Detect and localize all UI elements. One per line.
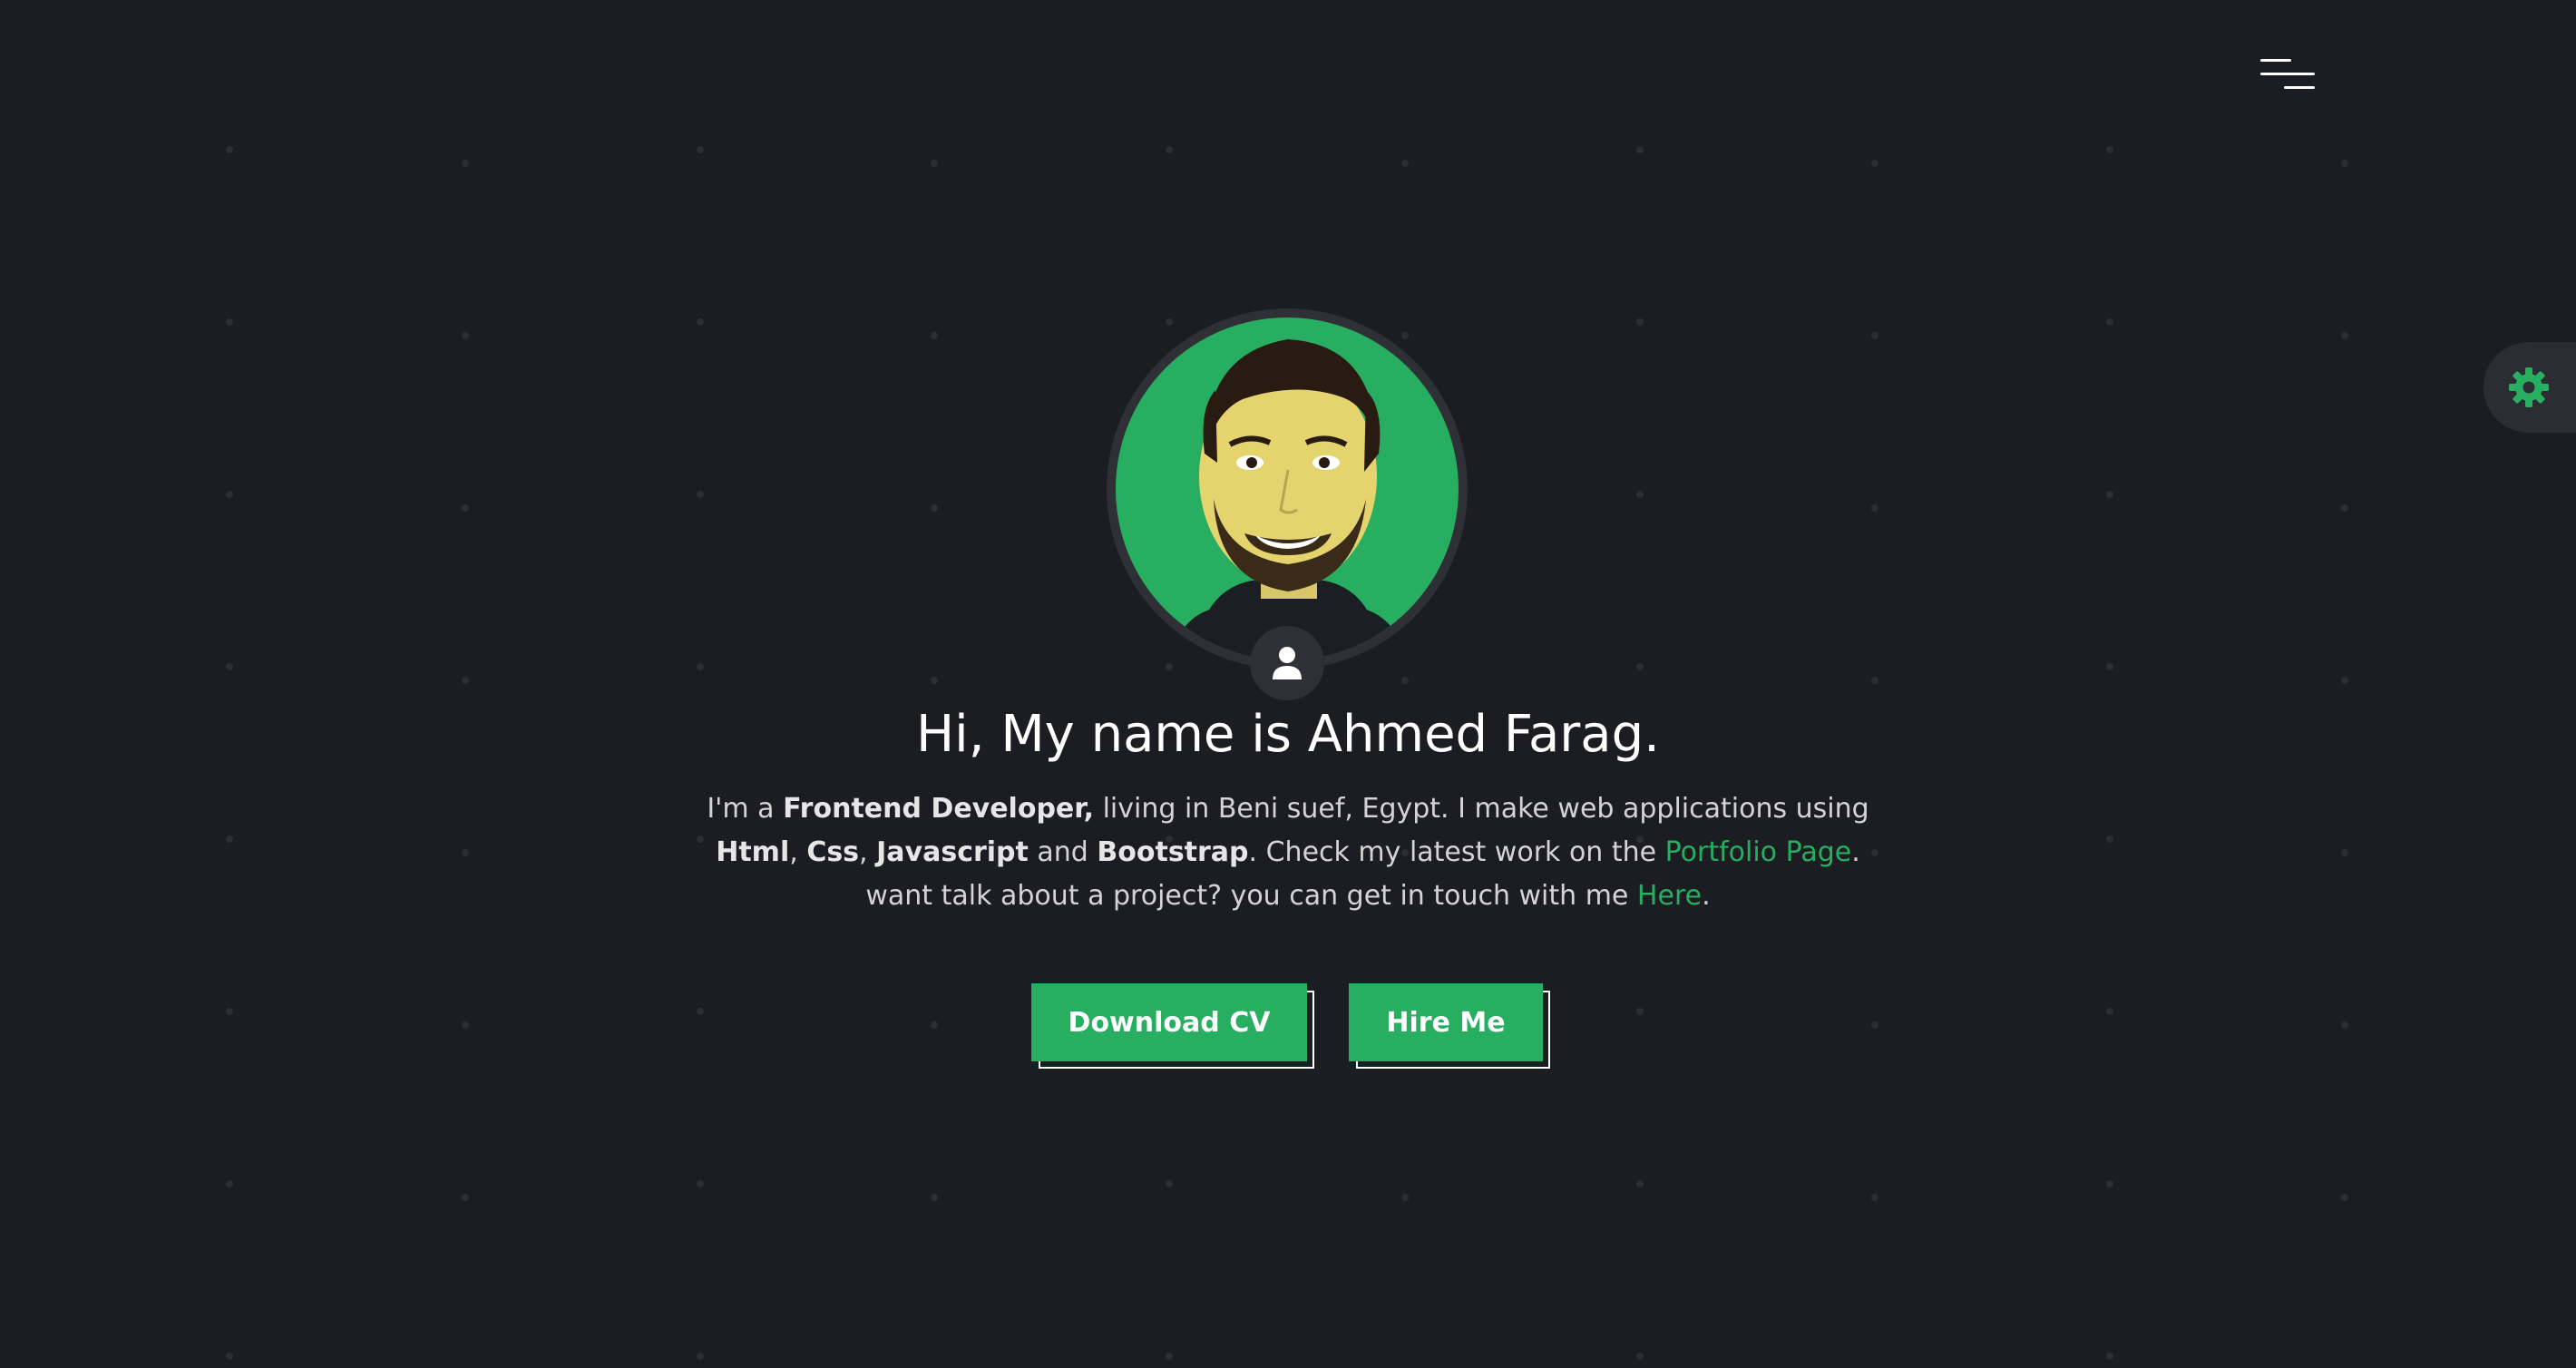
background-dot bbox=[226, 663, 233, 670]
background-dot bbox=[226, 1008, 233, 1015]
download-cv-button[interactable]: Download CV bbox=[1031, 983, 1307, 1061]
background-dot bbox=[1166, 318, 1173, 326]
background-dot bbox=[226, 1353, 233, 1360]
background-dot bbox=[1871, 1021, 1878, 1029]
background-dot bbox=[931, 1194, 938, 1201]
bio-text: . Check my latest work on the bbox=[1248, 836, 1665, 868]
hire-me-button[interactable]: Hire Me bbox=[1349, 983, 1543, 1061]
background-dot bbox=[1166, 1353, 1173, 1360]
hero-bio: I'm a Frontend Developer, living in Beni… bbox=[698, 787, 1878, 918]
bio-skill: Html bbox=[716, 836, 790, 868]
background-dot bbox=[931, 504, 938, 512]
background-dot bbox=[2106, 1008, 2113, 1015]
bio-role: Frontend Developer, bbox=[783, 793, 1095, 825]
hero-title: Hi, My name is Ahmed Farag. bbox=[916, 705, 1660, 764]
background-dot bbox=[1166, 146, 1173, 153]
background-dot bbox=[2341, 332, 2348, 339]
profile-photo-frame bbox=[1107, 308, 1468, 669]
background-dot bbox=[1636, 1353, 1644, 1360]
bio-separator: , bbox=[789, 836, 807, 868]
settings-button[interactable] bbox=[2483, 342, 2576, 433]
background-dot bbox=[1401, 677, 1409, 684]
background-dot bbox=[2341, 160, 2348, 167]
background-dot bbox=[697, 146, 704, 153]
background-dot bbox=[697, 491, 704, 498]
user-badge bbox=[1250, 626, 1324, 700]
background-dot bbox=[697, 1180, 704, 1187]
background-dot bbox=[1636, 1180, 1644, 1187]
background-dot bbox=[931, 677, 938, 684]
background-dot bbox=[2341, 504, 2348, 512]
background-dot bbox=[1166, 1180, 1173, 1187]
bio-skill: Javascript bbox=[876, 836, 1029, 868]
background-dot bbox=[1636, 663, 1644, 670]
hire-me-wrapper: Hire Me bbox=[1349, 983, 1550, 1069]
background-dot bbox=[2341, 849, 2348, 856]
bio-skill: Css bbox=[806, 836, 860, 868]
background-dot bbox=[2106, 663, 2113, 670]
background-dot bbox=[2106, 835, 2113, 843]
background-dot bbox=[1871, 1194, 1878, 1201]
background-dot bbox=[226, 491, 233, 498]
background-dot bbox=[1401, 332, 1409, 339]
bio-text: and bbox=[1028, 836, 1098, 868]
background-dot bbox=[697, 663, 704, 670]
background-dot bbox=[462, 160, 469, 167]
background-dot bbox=[2341, 677, 2348, 684]
background-dot bbox=[1401, 160, 1409, 167]
background-dot bbox=[2341, 1194, 2348, 1201]
menu-toggle-button[interactable] bbox=[2259, 53, 2322, 100]
background-dot bbox=[226, 318, 233, 326]
background-dot bbox=[697, 318, 704, 326]
bio-text: . bbox=[1702, 880, 1711, 912]
background-dot bbox=[462, 1194, 469, 1201]
background-dot bbox=[931, 1021, 938, 1029]
bio-skill: Bootstrap bbox=[1097, 836, 1249, 868]
background-dot bbox=[462, 849, 469, 856]
background-dot bbox=[1636, 146, 1644, 153]
background-dot bbox=[2106, 491, 2113, 498]
background-dot bbox=[1871, 332, 1878, 339]
background-dot bbox=[697, 1008, 704, 1015]
bio-text: living in Beni suef, Egypt. I make web a… bbox=[1094, 793, 1869, 825]
background-dot bbox=[1871, 504, 1878, 512]
background-dot bbox=[2106, 146, 2113, 153]
background-dot bbox=[1166, 663, 1173, 670]
background-dot bbox=[1401, 1194, 1409, 1201]
background-dot bbox=[462, 504, 469, 512]
bio-text: I'm a bbox=[707, 793, 784, 825]
background-dot bbox=[1636, 318, 1644, 326]
background-dot bbox=[697, 1353, 704, 1360]
background-dot bbox=[1871, 677, 1878, 684]
user-icon bbox=[1273, 647, 1302, 679]
background-dot bbox=[2106, 318, 2113, 326]
background-dot bbox=[1636, 1008, 1644, 1015]
bio-separator: , bbox=[859, 836, 877, 868]
background-dot bbox=[462, 677, 469, 684]
background-dot bbox=[1636, 491, 1644, 498]
background-dot bbox=[2106, 1353, 2113, 1360]
gear-icon bbox=[2509, 367, 2549, 407]
profile-photo bbox=[1116, 318, 1459, 660]
background-dot bbox=[2106, 1180, 2113, 1187]
background-dot bbox=[1871, 160, 1878, 167]
download-cv-wrapper: Download CV bbox=[1031, 983, 1314, 1069]
background-dot bbox=[2341, 1021, 2348, 1029]
background-dot bbox=[226, 835, 233, 843]
background-dot bbox=[226, 146, 233, 153]
background-dot bbox=[226, 1180, 233, 1187]
background-dot bbox=[462, 332, 469, 339]
background-dot bbox=[931, 160, 938, 167]
background-dot bbox=[931, 332, 938, 339]
contact-here-link[interactable]: Here bbox=[1637, 880, 1702, 912]
portfolio-page-link[interactable]: Portfolio Page bbox=[1665, 836, 1852, 868]
background-dot bbox=[462, 1021, 469, 1029]
